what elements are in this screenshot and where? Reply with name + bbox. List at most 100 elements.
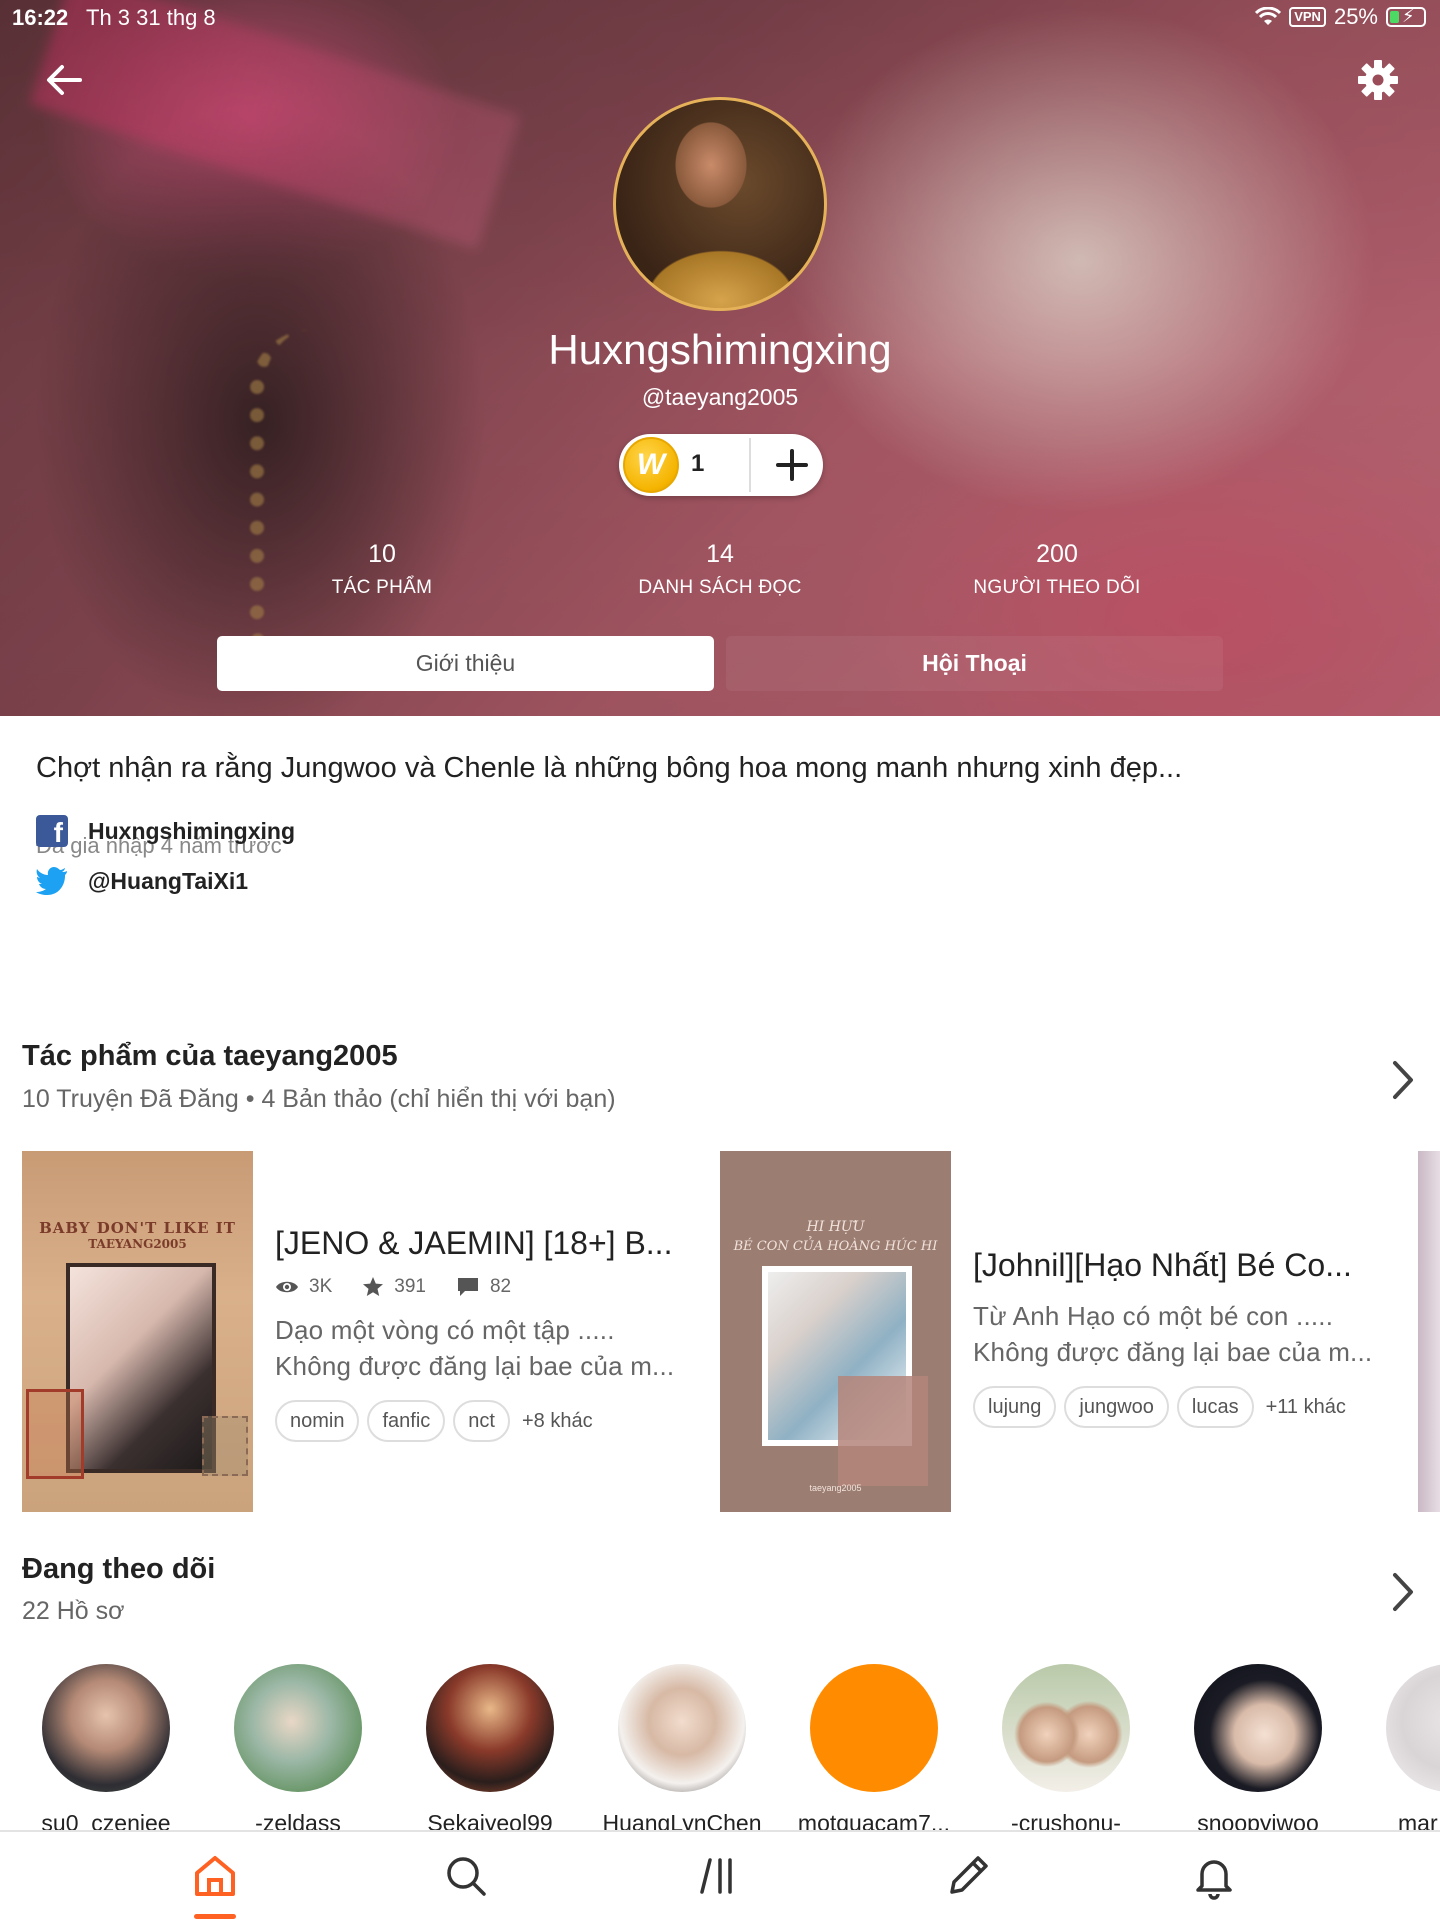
facebook-icon: f: [36, 815, 68, 847]
story-card[interactable]: HI HỰU BÉ CON CỦA HOÀNG HÚC HI taeyang20…: [720, 1151, 1410, 1512]
plus-icon[interactable]: [767, 440, 817, 490]
comment-icon: [457, 1278, 478, 1296]
story-tags: nomin fanfic nct +8 khác: [275, 1400, 674, 1442]
story-description-line: Không được đăng lại bae của m...: [275, 1351, 675, 1381]
battery-percent: 25%: [1333, 4, 1378, 29]
home-icon[interactable]: [185, 1846, 245, 1906]
user-avatar: [618, 1664, 746, 1792]
works-chevron-right-icon[interactable]: [1388, 1058, 1418, 1102]
status-time: 16:22: [12, 5, 69, 30]
tab-about[interactable]: Giới thiệu: [217, 636, 714, 691]
story-tag[interactable]: lucas: [1176, 1386, 1254, 1428]
home-active-indicator: [194, 1914, 236, 1919]
following-user[interactable]: HuangLynChen: [592, 1664, 772, 1837]
status-right: VPN 25% ⚡: [1255, 4, 1426, 30]
cover-calendar: [838, 1376, 928, 1486]
user-avatar: [810, 1664, 938, 1792]
following-section-title[interactable]: Đang theo dõi: [22, 1553, 215, 1586]
twitter-handle: @HuangTaiXi1: [88, 867, 249, 894]
following-user[interactable]: snoopyjwoo: [1168, 1664, 1348, 1837]
cover-stamp: [26, 1389, 84, 1479]
status-date: Th 3 31 thg 8: [86, 5, 216, 30]
coin-count: 1: [691, 450, 705, 477]
cover-title: HI HỰU: [806, 1219, 865, 1235]
following-section-subtitle: 22 Hồ sơ: [22, 1597, 125, 1625]
star-icon: [363, 1277, 384, 1296]
story-description: Dạo một vòng có một tập ..... Không được…: [275, 1312, 674, 1384]
story-tag[interactable]: nomin: [275, 1400, 360, 1442]
following-user[interactable]: -crushonu-: [976, 1664, 1156, 1837]
eye-icon: [276, 1281, 298, 1293]
story-cover[interactable]: HI HỰU BÉ CON CỦA HOÀNG HÚC HI taeyang20…: [720, 1151, 951, 1512]
twitter-icon: [36, 867, 67, 895]
story-description-line: Từ Anh Hạo có một bé con .....: [973, 1301, 1334, 1331]
story-tag[interactable]: lujung: [973, 1386, 1057, 1428]
battery-icon: ⚡: [1386, 6, 1426, 27]
user-avatar: [1386, 1664, 1440, 1792]
cover-subtitle: TAEYANG2005: [88, 1237, 187, 1251]
twitter-link[interactable]: @HuangTaiXi1: [36, 867, 248, 895]
pill-divider: [749, 438, 751, 492]
story-description: Từ Anh Hạo có một bé con ..... Không đượ…: [973, 1298, 1372, 1370]
coin-balance-pill: W 1: [619, 434, 823, 496]
story-info: [Johnil][Hạo Nhất] Bé Co... Từ Anh Hạo c…: [973, 1247, 1372, 1428]
following-user[interactable]: motquacam7...: [784, 1664, 964, 1837]
status-bar: 16:22 Th 3 31 thg 8 VPN 25% ⚡: [0, 0, 1440, 34]
back-arrow-icon[interactable]: [40, 56, 88, 104]
stat-reading-lists-value: 14: [706, 540, 734, 568]
following-user[interactable]: su0_czeniee: [16, 1664, 196, 1837]
stat-followers[interactable]: 200 NGƯỜI THEO DÕI: [907, 540, 1207, 599]
profile-username: @taeyang2005: [641, 384, 799, 410]
cover-title: BABY DON'T LIKE IT: [39, 1219, 236, 1237]
comment-count: 82: [489, 1276, 512, 1297]
facebook-link[interactable]: f Huxngshimingxing: [36, 815, 295, 847]
bell-icon[interactable]: [1184, 1846, 1244, 1906]
vote-count: 391: [394, 1276, 426, 1297]
user-avatar: [42, 1664, 170, 1792]
user-avatar: [1194, 1664, 1322, 1792]
tab-conversation[interactable]: Hội Thoại: [726, 636, 1223, 691]
facebook-name: Huxngshimingxing: [88, 817, 295, 844]
story-title[interactable]: [Johnil][Hạo Nhất] Bé Co...: [973, 1247, 1372, 1284]
library-icon[interactable]: [688, 1846, 748, 1906]
works-section-subtitle: 10 Truyện Đã Đăng • 4 Bản thảo (chỉ hiển…: [22, 1085, 616, 1113]
bottom-navigation: [0, 1830, 1440, 1920]
gear-icon[interactable]: [1354, 56, 1402, 104]
story-description-line: Không được đăng lại bae của m...: [973, 1337, 1373, 1367]
user-avatar: [234, 1664, 362, 1792]
following-user[interactable]: mar: [1360, 1664, 1440, 1837]
story-title[interactable]: [JENO & JAEMIN] [18+] B...: [275, 1225, 674, 1262]
stat-reading-lists-label: DANH SÁCH ĐỌC: [638, 577, 802, 598]
profile-bio: Chợt nhận ra rằng Jungwoo và Chenle là n…: [36, 752, 1183, 784]
story-tag[interactable]: jungwoo: [1064, 1386, 1169, 1428]
profile-stats: 10 TÁC PHẨM 14 DANH SÁCH ĐỌC 200 NGƯỜI T…: [0, 540, 1440, 610]
story-cover-peek[interactable]: [1418, 1151, 1440, 1512]
works-section-title[interactable]: Tác phẩm của taeyang2005: [22, 1040, 398, 1073]
stat-followers-value: 200: [1036, 540, 1078, 568]
cover-photo: [66, 1263, 216, 1473]
profile-avatar[interactable]: [613, 97, 827, 311]
following-user[interactable]: Sekaiyeol99: [400, 1664, 580, 1837]
user-avatar: [1002, 1664, 1130, 1792]
cover-stamp: [202, 1416, 248, 1476]
stat-reading-lists[interactable]: 14 DANH SÁCH ĐỌC: [570, 540, 870, 599]
stat-followers-label: NGƯỜI THEO DÕI: [973, 577, 1141, 598]
story-cover[interactable]: BABY DON'T LIKE IT TAEYANG2005: [22, 1151, 253, 1512]
stat-works-value: 10: [368, 540, 396, 568]
stat-works-label: TÁC PHẨM: [331, 577, 433, 598]
more-tags[interactable]: +8 khác: [522, 1410, 593, 1433]
search-icon[interactable]: [436, 1846, 496, 1906]
stat-works[interactable]: 10 TÁC PHẨM: [232, 540, 532, 599]
vpn-badge: VPN: [1289, 7, 1326, 27]
more-tags[interactable]: +11 khác: [1266, 1396, 1346, 1419]
story-info: [JENO & JAEMIN] [18+] B... 3K 391 82 Dạo…: [275, 1225, 674, 1442]
cover-subtitle: BÉ CON CỦA HOÀNG HÚC HI: [733, 1239, 938, 1254]
following-chevron-right-icon[interactable]: [1388, 1570, 1418, 1614]
pencil-icon[interactable]: [938, 1846, 998, 1906]
profile-display-name: Huxngshimingxing: [548, 326, 892, 373]
story-tag[interactable]: nct: [453, 1400, 510, 1442]
coin-icon: W: [623, 437, 679, 493]
story-card[interactable]: BABY DON'T LIKE IT TAEYANG2005 [JENO & J…: [22, 1151, 682, 1512]
story-tag[interactable]: fanfic: [367, 1400, 446, 1442]
following-user[interactable]: -zeldass: [208, 1664, 388, 1837]
